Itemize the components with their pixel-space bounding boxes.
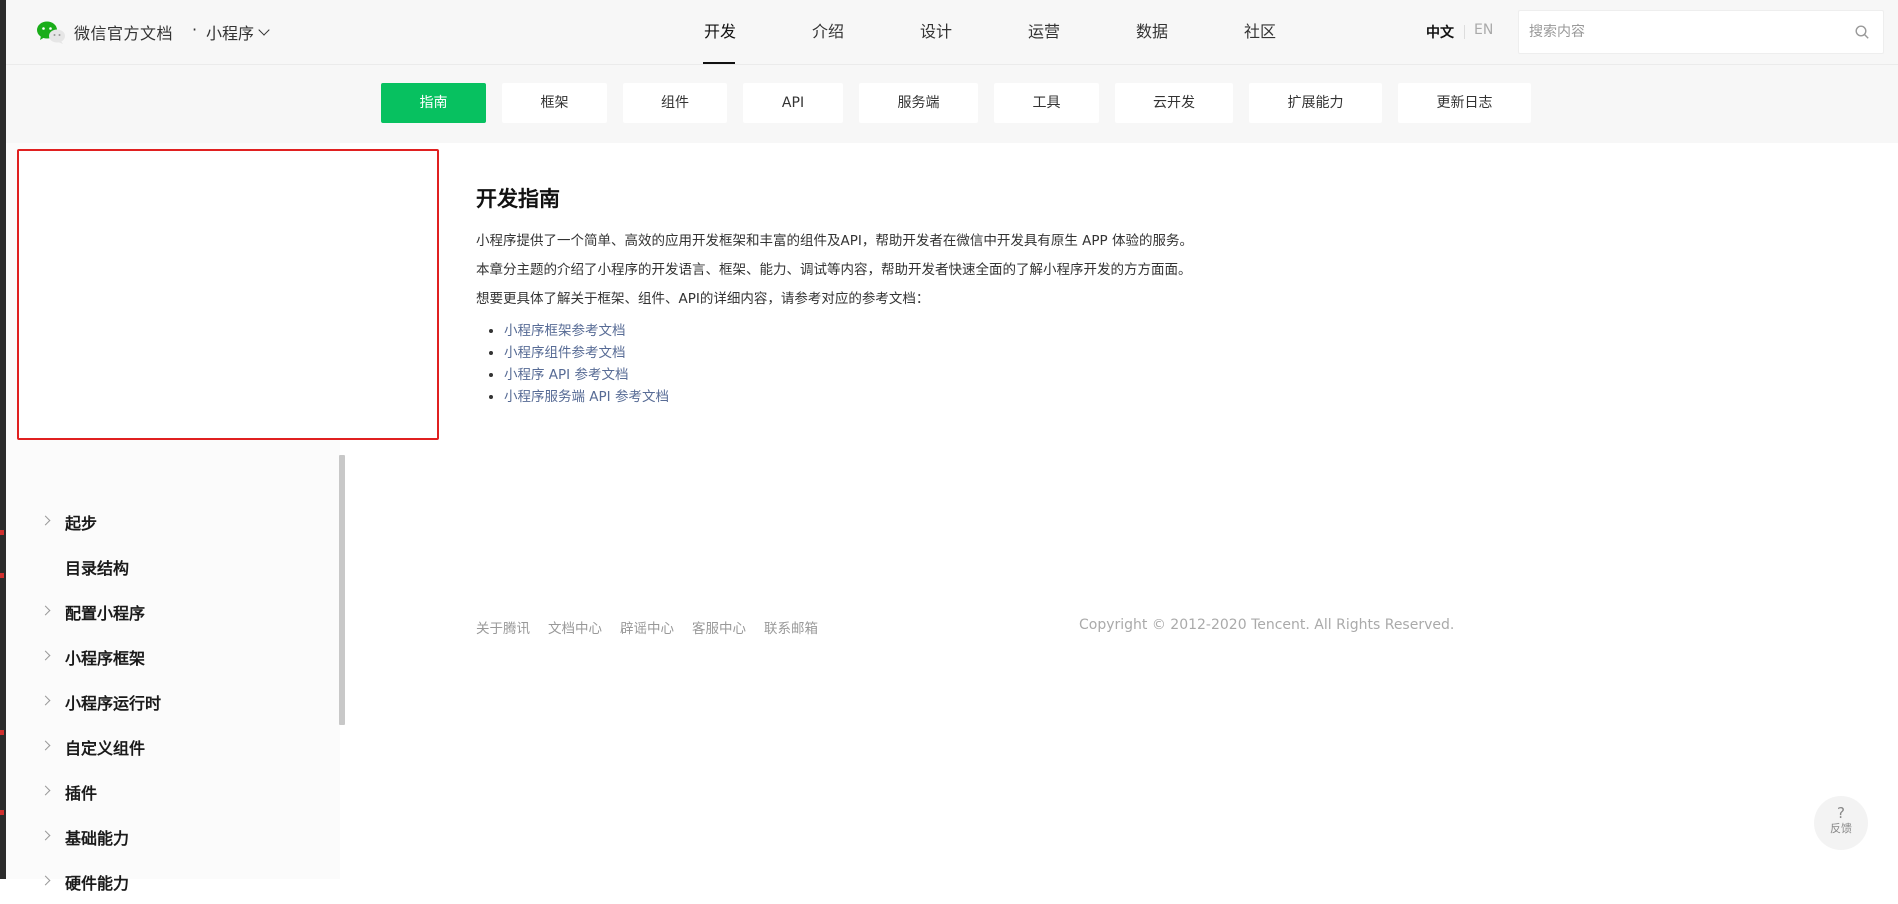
list-item: 小程序 API 参考文档 [504,364,1476,386]
edge-marker [0,730,4,735]
feedback-button[interactable]: ? 反馈 [1814,796,1868,850]
sidebar-item-label: 小程序运行时 [65,693,162,713]
intro-paragraph: 小程序提供了一个简单、高效的应用开发框架和丰富的组件及API，帮助开发者在微信中… [476,233,1193,249]
reference-links: 小程序框架参考文档 小程序组件参考文档 小程序 API 参考文档 小程序服务端 … [476,320,1476,408]
top-header: 微信官方文档 · 小程序 开发 介绍 设计 运营 数据 社区 中文 EN [6,0,1898,65]
tab-components[interactable]: 组件 [623,83,727,123]
link-api-docs[interactable]: 小程序 API 参考文档 [504,367,628,383]
footer-links: 关于腾讯 文档中心 辟谣中心 客服中心 联系邮箱 [476,617,836,637]
lang-en-button[interactable]: EN [1474,22,1493,38]
edge-marker [0,810,4,815]
footer-link-docs[interactable]: 文档中心 [548,617,602,637]
wechat-logo-icon[interactable] [36,20,66,44]
sidebar-item-label: 起步 [65,513,98,533]
footer-link-support[interactable]: 客服中心 [692,617,746,637]
sidebar-item-label: 目录结构 [65,558,130,578]
sub-tab-bar: 指南 框架 组件 API 服务端 工具 云开发 扩展能力 更新日志 [6,65,1898,143]
list-item: 小程序组件参考文档 [504,342,1476,364]
tab-changelog[interactable]: 更新日志 [1398,83,1531,123]
tab-api[interactable]: API [743,83,843,123]
nav-item-ops[interactable]: 运营 [990,0,1098,64]
copyright-text: Copyright © 2012-2020 Tencent. All Right… [1079,617,1455,633]
brand-title[interactable]: 微信官方文档 [74,20,173,44]
sidebar-item-label: 基础能力 [65,828,130,848]
tab-tools[interactable]: 工具 [994,83,1099,123]
chevron-down-icon [258,24,270,36]
sidebar-item-label: 小程序框架 [65,648,146,668]
main-content: 开发指南 小程序提供了一个简单、高效的应用开发框架和丰富的组件及API，帮助开发… [476,184,1476,408]
page-title: 开发指南 [476,187,560,211]
footer-link-rumor[interactable]: 辟谣中心 [620,617,674,637]
link-framework-docs[interactable]: 小程序框架参考文档 [504,323,626,339]
nav-item-data[interactable]: 数据 [1098,0,1206,64]
highlight-box [17,149,439,440]
footer-link-email[interactable]: 联系邮箱 [764,617,818,637]
sub-tabs: 指南 框架 组件 API 服务端 工具 云开发 扩展能力 更新日志 [381,83,1547,123]
link-server-api-docs[interactable]: 小程序服务端 API 参考文档 [504,389,669,405]
brand-separator: · [192,20,198,39]
nav-item-community[interactable]: 社区 [1206,0,1314,64]
question-icon: ? [1837,804,1845,822]
link-component-docs[interactable]: 小程序组件参考文档 [504,345,626,361]
product-switcher[interactable]: 小程序 [206,20,270,44]
intro-paragraph: 想要更具体了解关于框架、组件、API的详细内容，请参考对应的参考文档： [476,291,930,307]
tab-server[interactable]: 服务端 [859,83,978,123]
nav-item-dev[interactable]: 开发 [666,0,774,64]
search-input[interactable] [1519,11,1829,53]
tab-extensions[interactable]: 扩展能力 [1249,83,1382,123]
list-item: 小程序服务端 API 参考文档 [504,386,1476,408]
product-label: 小程序 [206,24,255,43]
intro-paragraph: 本章分主题的介绍了小程序的开发语言、框架、能力、调试等内容，帮助开发者快速全面的… [476,262,1192,278]
sidebar-item-label: 插件 [65,783,98,803]
edge-marker [0,573,4,578]
list-item: 小程序框架参考文档 [504,320,1476,342]
tab-cloud[interactable]: 云开发 [1115,83,1233,123]
tab-framework[interactable]: 框架 [502,83,607,123]
lang-zh-button[interactable]: 中文 [1426,22,1454,42]
nav-item-design[interactable]: 设计 [882,0,990,64]
search-icon[interactable] [1855,25,1869,39]
edge-marker [0,530,4,535]
sidebar-scrollbar[interactable] [339,455,345,725]
footer-link-about[interactable]: 关于腾讯 [476,617,530,637]
tab-guide[interactable]: 指南 [381,83,486,123]
search-box [1518,10,1884,54]
main-nav: 开发 介绍 设计 运营 数据 社区 [666,0,1314,64]
nav-item-intro[interactable]: 介绍 [774,0,882,64]
feedback-label: 反馈 [1830,822,1852,835]
lang-divider [1464,25,1465,39]
sidebar-item-label: 配置小程序 [65,603,146,623]
sidebar-item-label: 硬件能力 [65,873,130,893]
sidebar-item-label: 自定义组件 [65,738,146,758]
